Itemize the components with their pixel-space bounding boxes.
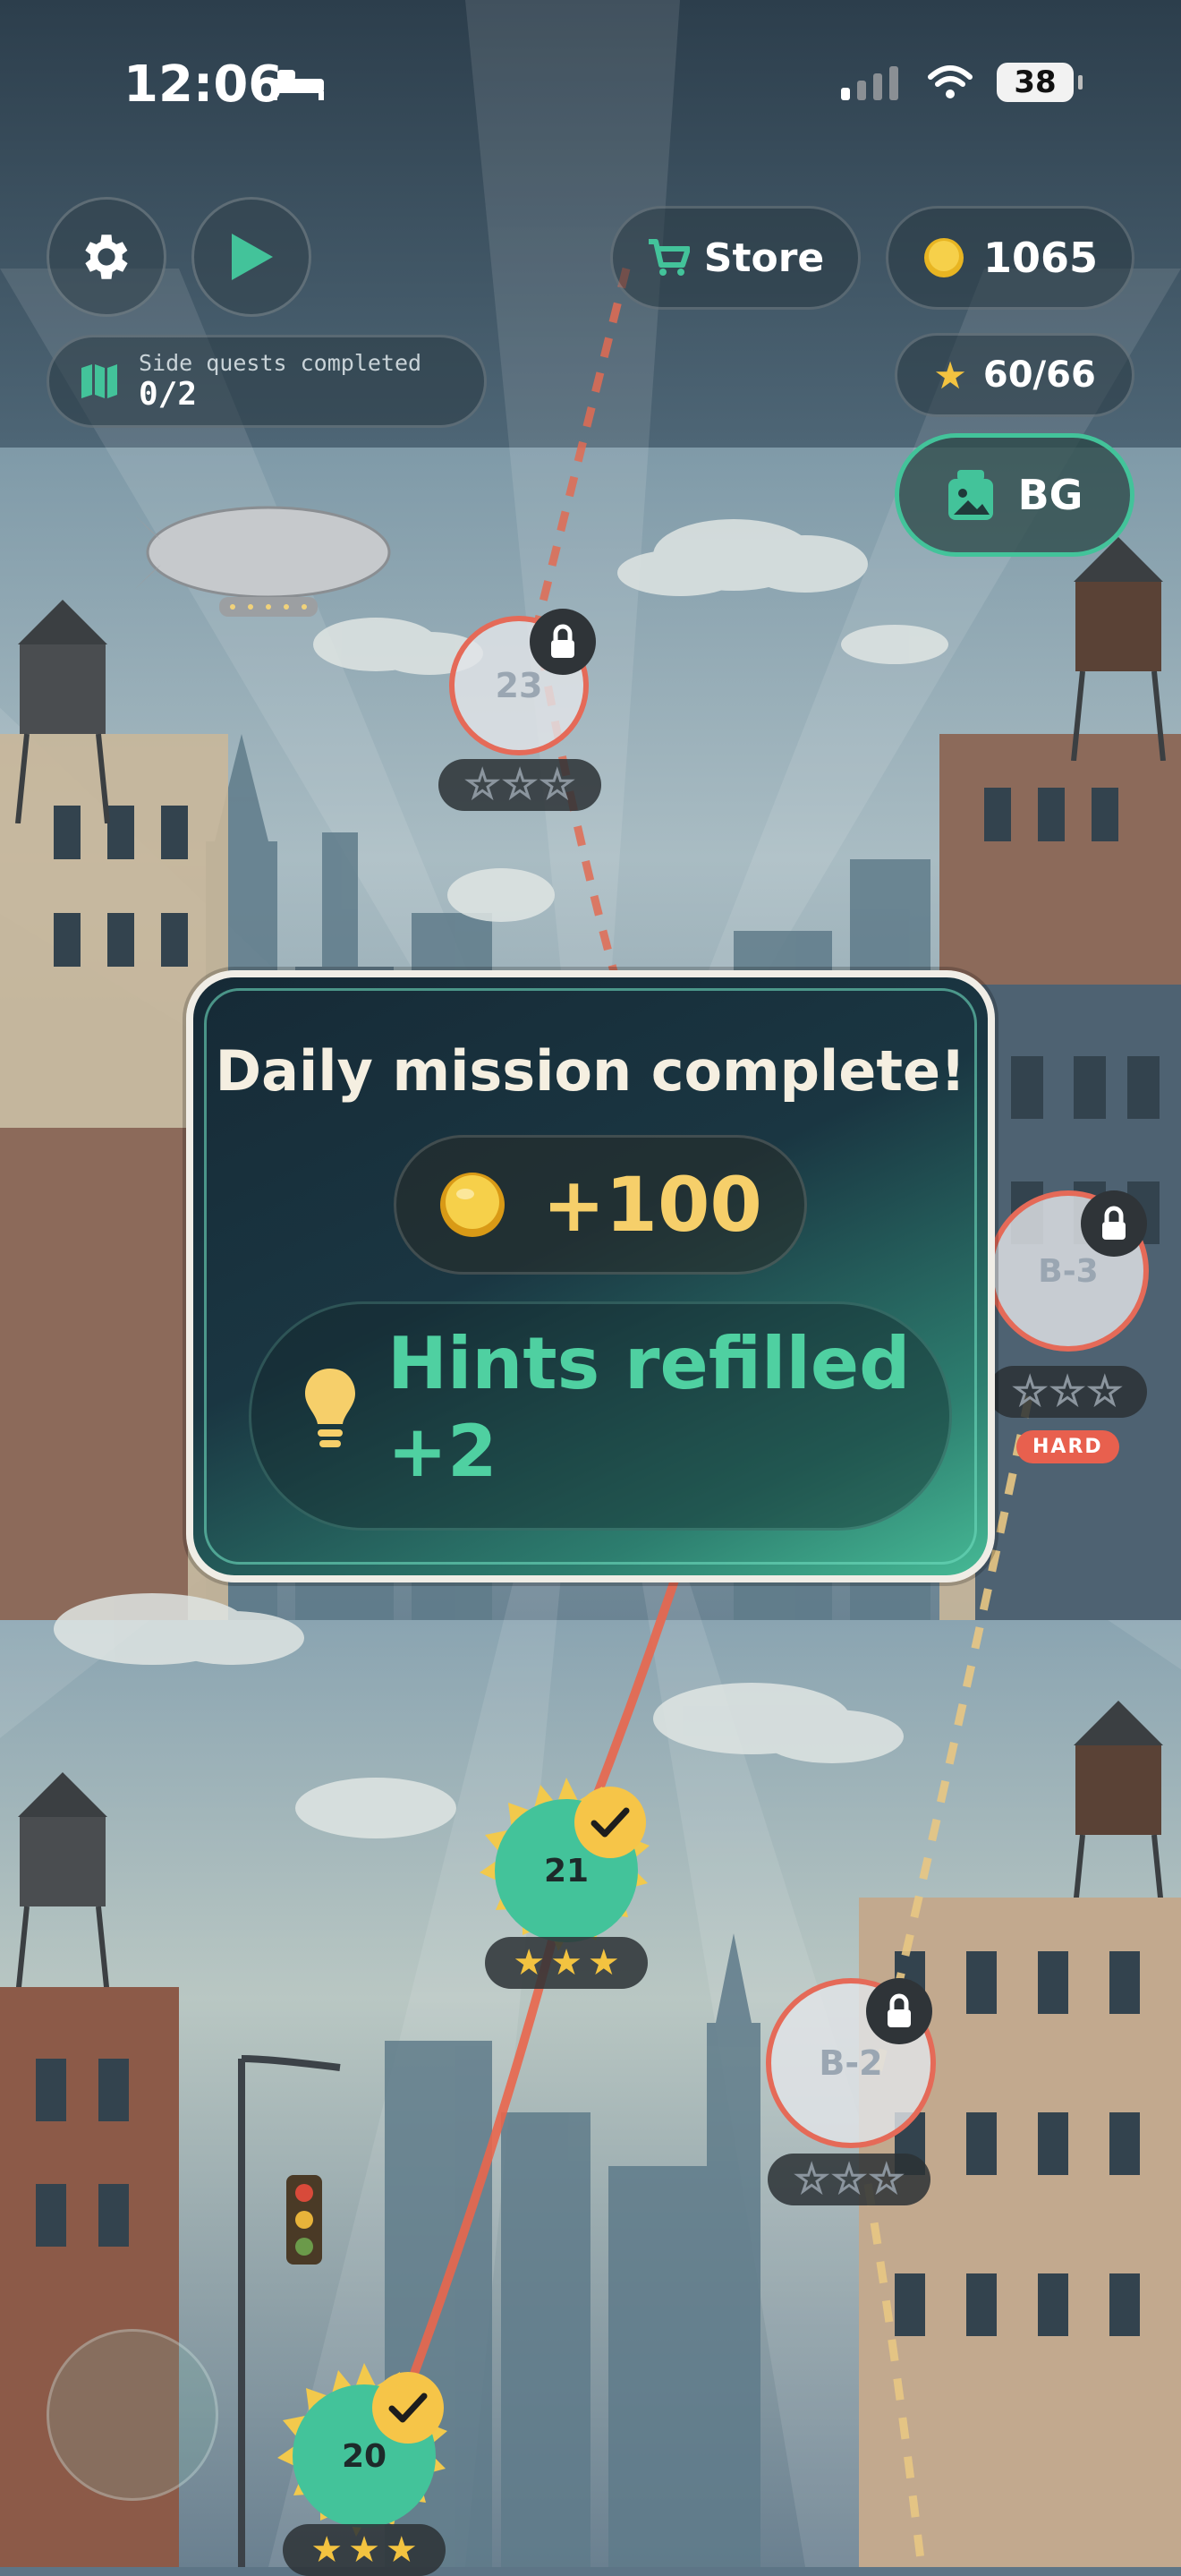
bed-icon (272, 70, 324, 100)
star-filled-icon: ★ (310, 2529, 344, 2571)
level-stars: ★ ★ ★ (768, 2154, 930, 2205)
battery-indicator: 38 (997, 63, 1083, 102)
daily-mission-modal[interactable]: Daily mission complete! +100 Hints refil… (186, 970, 995, 1582)
level-label: 23 (495, 666, 543, 705)
star-empty-icon: ★ (503, 763, 538, 807)
check-icon (372, 2372, 444, 2444)
lock-icon (1081, 1190, 1147, 1257)
star-total: ★ 60/66 (895, 333, 1134, 417)
star-icon: ★ (933, 353, 967, 397)
image-icon (947, 470, 993, 520)
coin-count: 1065 (982, 234, 1099, 282)
modal-title: Daily mission complete! (215, 1038, 966, 1104)
cart-icon (648, 239, 690, 276)
coin-reward-amount: +100 (542, 1161, 762, 1249)
coin-balance: 1065 (886, 206, 1134, 310)
settings-button[interactable] (47, 197, 166, 317)
level-label: 21 (543, 1852, 590, 1889)
hints-reward: Hints refilled +2 (249, 1301, 952, 1531)
gear-icon (85, 235, 128, 279)
hints-text: Hints refilled +2 (387, 1320, 910, 1495)
hints-line2: +2 (387, 1409, 497, 1493)
star-empty-icon: ★ (1013, 1370, 1048, 1414)
coin-icon (923, 238, 964, 277)
bulb-icon (305, 1369, 355, 1447)
status-icons: 38 (841, 63, 1083, 102)
wifi-icon (928, 65, 973, 98)
hard-tag: HARD (1016, 1430, 1119, 1463)
star-filled-icon: ★ (513, 1942, 546, 1983)
corner-action-button[interactable] (47, 2329, 218, 2501)
star-empty-icon: ★ (1050, 1370, 1085, 1414)
star-empty-icon: ★ (869, 2158, 904, 2202)
level-stars: ★ ★ ★ (438, 759, 601, 811)
level-label: B-2 (819, 2043, 883, 2083)
play-icon (232, 234, 273, 280)
level-label: 20 (341, 2437, 387, 2475)
play-button[interactable] (191, 197, 311, 317)
hints-line1: Hints refilled (387, 1322, 911, 1405)
background-button[interactable]: BG (895, 433, 1134, 557)
coin-icon (440, 1173, 506, 1237)
star-empty-icon: ★ (832, 2158, 867, 2202)
level-stars: ★ ★ ★ (485, 1937, 648, 1989)
star-empty-icon: ★ (540, 763, 574, 807)
bg-label: BG (1017, 471, 1083, 519)
star-total-value: 60/66 (982, 354, 1096, 396)
lock-icon (866, 1978, 932, 2044)
level-stars: ★ ★ ★ (988, 1366, 1147, 1418)
level-label: B-3 (1038, 1252, 1099, 1290)
store-label: Store (703, 235, 825, 281)
side-quests-panel[interactable]: Side quests completed 0/2 (47, 335, 487, 428)
signal-icon (841, 66, 898, 100)
side-quests-label: Side quests completed (139, 350, 422, 376)
star-empty-icon: ★ (465, 763, 500, 807)
side-quests-value: 0/2 (139, 376, 198, 413)
star-filled-icon: ★ (348, 2529, 380, 2571)
star-filled-icon: ★ (385, 2529, 418, 2571)
store-button[interactable]: Store (610, 206, 861, 310)
map-icon (81, 364, 117, 398)
lock-icon (530, 609, 596, 675)
status-time: 12:06 (123, 55, 284, 114)
star-empty-icon: ★ (1087, 1370, 1122, 1414)
star-filled-icon: ★ (587, 1942, 620, 1983)
star-filled-icon: ★ (550, 1942, 582, 1983)
star-empty-icon: ★ (794, 2158, 829, 2202)
level-stars: ★ ★ ★ (283, 2524, 446, 2576)
check-icon (574, 1787, 646, 1858)
coin-reward: +100 (394, 1135, 807, 1275)
